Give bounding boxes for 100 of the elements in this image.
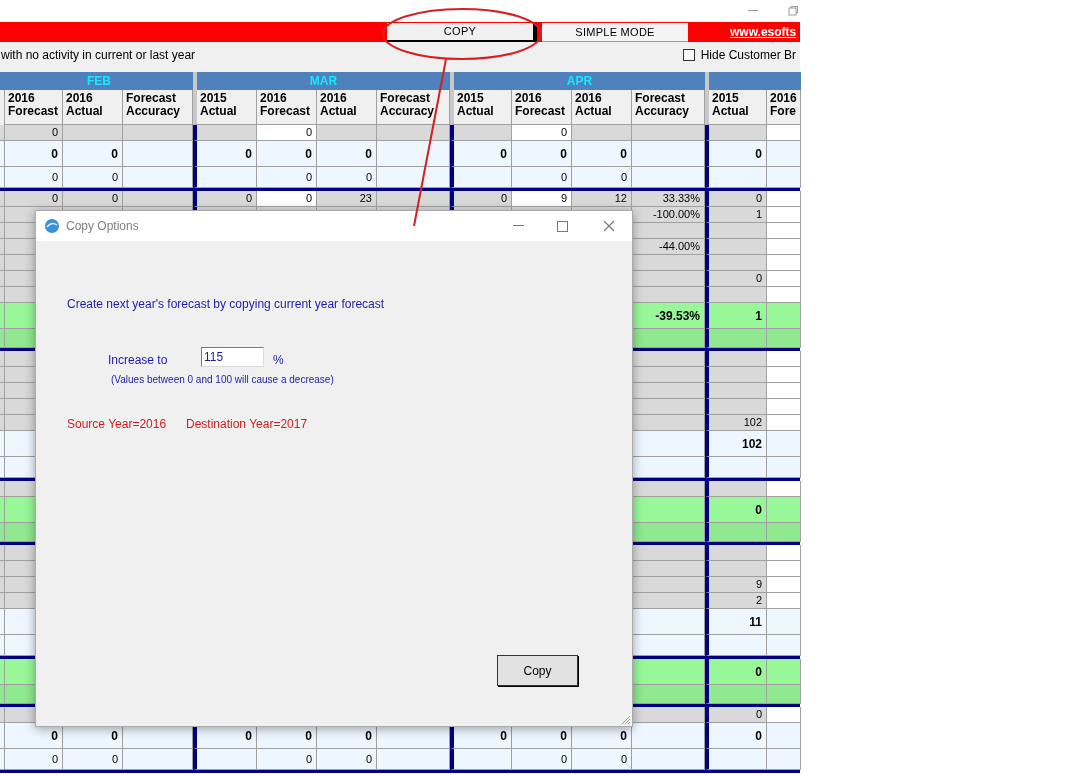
input-cell[interactable] [767,125,801,141]
row-selector-cell[interactable] [0,191,5,207]
toolbar-button[interactable]: COPY [387,23,537,42]
hide-customer-checkbox[interactable]: Hide Customer Br [682,46,796,64]
input-cell[interactable] [767,287,801,303]
input-cell[interactable] [767,593,801,609]
input-cell[interactable] [767,481,801,497]
table-cell: 0 [63,191,123,207]
table-cell [705,125,767,141]
row-selector-cell[interactable] [0,239,5,255]
row-selector-cell[interactable] [0,415,5,431]
input-cell[interactable] [767,255,801,271]
table-cell: 0 [193,191,257,207]
input-cell[interactable]: 9 [512,191,572,207]
row-selector-cell[interactable] [0,329,5,348]
input-cell[interactable]: 0 [257,191,317,207]
table-cell [705,367,767,383]
input-cell[interactable] [767,707,801,723]
input-cell[interactable] [767,239,801,255]
row-selector-cell[interactable] [0,685,5,704]
row-selector-cell[interactable] [0,223,5,239]
increase-label: Increase to [108,352,168,369]
input-cell[interactable] [767,271,801,287]
row-selector-cell[interactable] [0,367,5,383]
row-selector-cell[interactable] [0,125,5,141]
row-selector-cell[interactable] [0,723,5,749]
table-cell [705,399,767,415]
row-selector-cell[interactable] [0,577,5,593]
input-cell[interactable] [767,545,801,561]
row-selector-cell[interactable] [0,635,5,656]
row-selector-cell[interactable] [0,207,5,223]
table-cell: 0 [257,749,317,770]
input-cell[interactable]: 0 [512,125,572,141]
row-selector-cell[interactable] [0,561,5,577]
table-cell [705,635,767,656]
table-cell [705,239,767,255]
row-selector-cell[interactable] [0,523,5,542]
table-cell: 0 [450,141,512,167]
row-selector-cell[interactable] [0,255,5,271]
row-selector-cell[interactable] [0,545,5,561]
table-cell [705,287,767,303]
destination-year-label: Destination Year=2017 [186,416,308,433]
table-cell [767,457,801,478]
input-cell[interactable] [767,191,801,207]
table-cell: 0 [257,141,317,167]
row-selector-cell[interactable] [0,659,5,685]
table-cell [705,329,767,348]
table-cell [767,523,801,542]
input-cell[interactable] [767,223,801,239]
resize-grip-icon[interactable] [619,713,631,725]
table-cell [705,561,767,577]
row-selector-cell[interactable] [0,497,5,523]
filter-note: with no activity in current or last year [0,47,196,64]
row-selector-cell[interactable] [0,431,5,457]
toolbar-button[interactable]: SIMPLE MODE [542,23,688,42]
website-link[interactable]: www.esofts [695,23,797,41]
row-selector-cell[interactable] [0,303,5,329]
row-selector-cell[interactable] [0,141,5,167]
table-cell [705,685,767,704]
row-selector-cell[interactable] [0,167,5,188]
maximize-icon[interactable] [557,220,568,232]
row-selector-cell[interactable] [0,351,5,367]
input-cell[interactable] [767,383,801,399]
increase-input[interactable]: 115 [201,347,264,367]
input-cell[interactable] [767,415,801,431]
minimize-icon[interactable] [748,10,758,12]
table-cell: 11 [705,609,767,635]
input-cell[interactable] [767,561,801,577]
row-selector-cell[interactable] [0,593,5,609]
row-selector-cell[interactable] [0,609,5,635]
table-cell [767,141,801,167]
table-cell: 0 [512,141,572,167]
row-selector-cell[interactable] [0,399,5,415]
table-cell [767,497,801,523]
table-cell: 33.33% [632,191,705,207]
row-selector-cell[interactable] [0,707,5,723]
row-selector-cell[interactable] [0,457,5,478]
row-selector-cell[interactable] [0,271,5,287]
input-cell[interactable] [767,351,801,367]
table-cell [767,749,801,770]
input-cell[interactable] [767,399,801,415]
hint-text: (Values between 0 and 100 will cause a decrease) [111,373,334,387]
close-icon[interactable] [603,220,615,232]
row-selector-cell[interactable] [0,749,5,770]
table-cell [767,303,801,329]
copy-button[interactable]: Copy [497,655,578,686]
restore-icon[interactable] [788,6,798,16]
input-cell[interactable] [767,367,801,383]
input-cell[interactable] [767,577,801,593]
table-cell: 0 [5,167,63,188]
table-cell: 0 [63,141,123,167]
input-cell[interactable]: 0 [257,125,317,141]
table-cell: -44.00% [632,239,705,255]
row-selector-cell[interactable] [0,383,5,399]
table-cell: 0 [5,191,63,207]
table-cell [767,167,801,188]
row-selector-cell[interactable] [0,287,5,303]
row-selector-cell[interactable] [0,481,5,497]
minimize-icon[interactable] [513,225,524,227]
input-cell[interactable] [767,207,801,223]
